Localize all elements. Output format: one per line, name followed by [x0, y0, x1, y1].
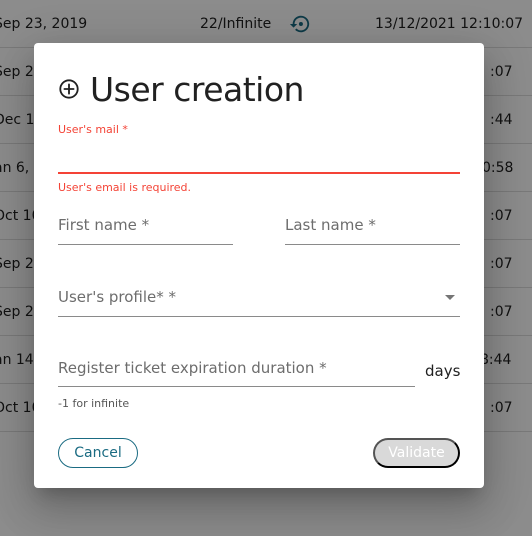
email-error-message: User's email is required.: [58, 181, 192, 194]
user-profile-label: User's profile* *: [58, 288, 177, 306]
last-name-field[interactable]: Last name *: [285, 213, 460, 245]
expiration-duration-label: Register ticket expiration duration *: [58, 359, 327, 377]
validate-button[interactable]: Validate: [373, 438, 460, 468]
first-name-label: First name *: [58, 216, 150, 234]
expiration-duration-input[interactable]: Register ticket expiration duration *: [58, 356, 415, 388]
first-name-field[interactable]: First name *: [58, 213, 233, 245]
email-underline: [58, 172, 460, 174]
dialog-header: User creation: [58, 67, 304, 111]
days-suffix: days: [425, 362, 461, 380]
expiration-underline: [58, 386, 415, 387]
chevron-down-icon: [445, 295, 455, 300]
user-profile-select[interactable]: User's profile* *: [58, 285, 460, 317]
user-profile-underline: [58, 316, 460, 317]
user-creation-dialog: User creation User's mail * User's email…: [34, 43, 484, 488]
cancel-button[interactable]: Cancel: [58, 438, 138, 468]
expiration-hint: -1 for infinite: [58, 397, 130, 410]
email-field[interactable]: User's mail *: [58, 123, 460, 175]
dialog-title: User creation: [90, 69, 304, 109]
last-name-label: Last name *: [285, 216, 376, 234]
last-name-underline: [285, 244, 460, 245]
email-label: User's mail *: [58, 123, 128, 136]
add-circle-icon: [58, 78, 80, 100]
first-name-underline: [58, 244, 233, 245]
